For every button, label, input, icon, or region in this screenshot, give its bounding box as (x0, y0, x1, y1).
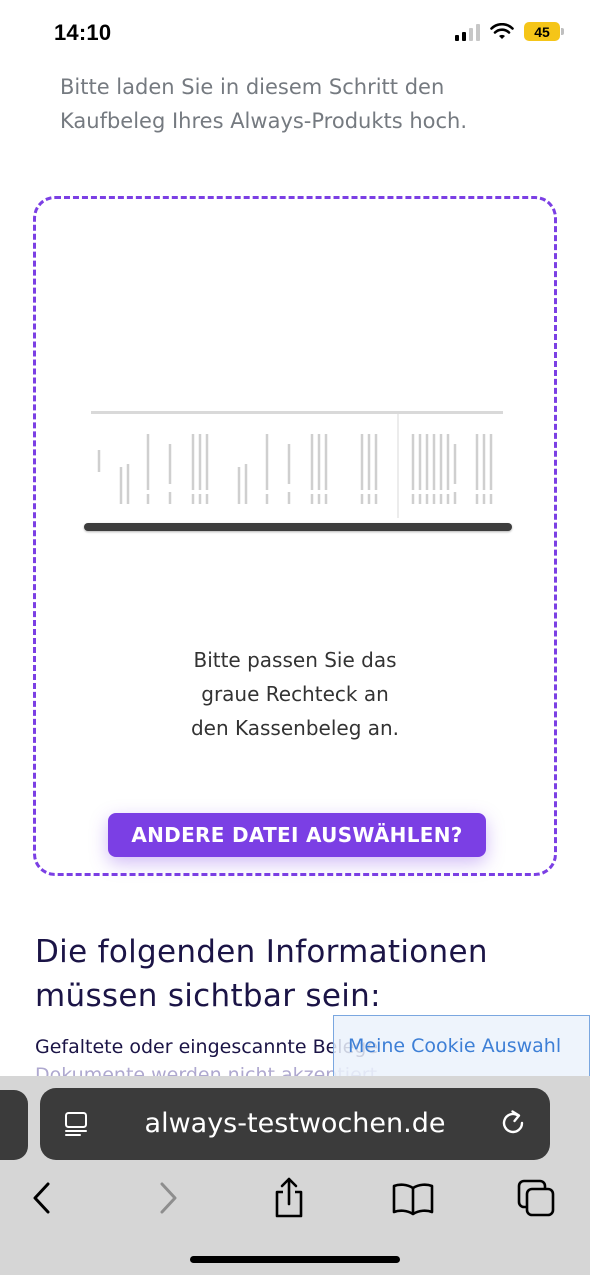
share-button[interactable] (259, 1168, 319, 1228)
back-button[interactable] (12, 1168, 72, 1228)
adjust-instruction: Bitte passen Sie das graue Rechteck an d… (36, 643, 554, 745)
home-indicator (190, 1256, 400, 1263)
adjust-line-2: graue Rechteck an (201, 682, 389, 706)
wifi-icon (490, 22, 514, 39)
select-other-file-button[interactable]: ANDERE DATEI AUSWÄHLEN? (108, 813, 486, 857)
crop-rectangle-handle[interactable] (84, 523, 512, 531)
reload-icon[interactable] (496, 1106, 530, 1140)
status-time: 14:10 (54, 20, 112, 45)
status-bar: 14:10 45 (0, 0, 590, 64)
tabs-icon (517, 1179, 555, 1217)
battery-icon: 45 (524, 22, 564, 41)
bookmarks-button[interactable] (383, 1168, 443, 1228)
browser-toolbar (0, 1168, 590, 1228)
info-heading-line-2: müssen sichtbar sein: (35, 978, 381, 1014)
signal-icon (455, 23, 480, 41)
back-icon (33, 1182, 50, 1214)
receipt-preview (91, 411, 503, 521)
browser-bottom-bar: always-testwochen.de (0, 1076, 590, 1275)
info-heading: Die folgenden Informationen müssen sicht… (35, 930, 565, 1018)
receipt-barcode-image (97, 434, 493, 504)
tabs-button[interactable] (506, 1168, 566, 1228)
adjust-line-1: Bitte passen Sie das (193, 648, 397, 672)
url-text[interactable]: always-testwochen.de (40, 1108, 550, 1139)
receipt-divider (397, 414, 399, 518)
previous-tab-edge[interactable] (0, 1090, 28, 1160)
forward-button[interactable] (138, 1168, 198, 1228)
intro-text: Bitte laden Sie in diesem Schritt den Ka… (60, 75, 468, 133)
address-bar[interactable]: always-testwochen.de (40, 1088, 550, 1160)
upload-dropzone[interactable]: Bitte passen Sie das graue Rechteck an d… (33, 196, 557, 876)
cookie-settings-button[interactable]: Meine Cookie Auswahl (333, 1015, 590, 1077)
info-heading-line-1: Die folgenden Informationen (35, 934, 488, 970)
status-icons: 45 (455, 22, 564, 41)
share-icon (275, 1177, 303, 1218)
adjust-line-3: den Kassenbeleg an. (190, 716, 400, 740)
bookmarks-icon (392, 1183, 434, 1216)
forward-icon (160, 1182, 177, 1214)
